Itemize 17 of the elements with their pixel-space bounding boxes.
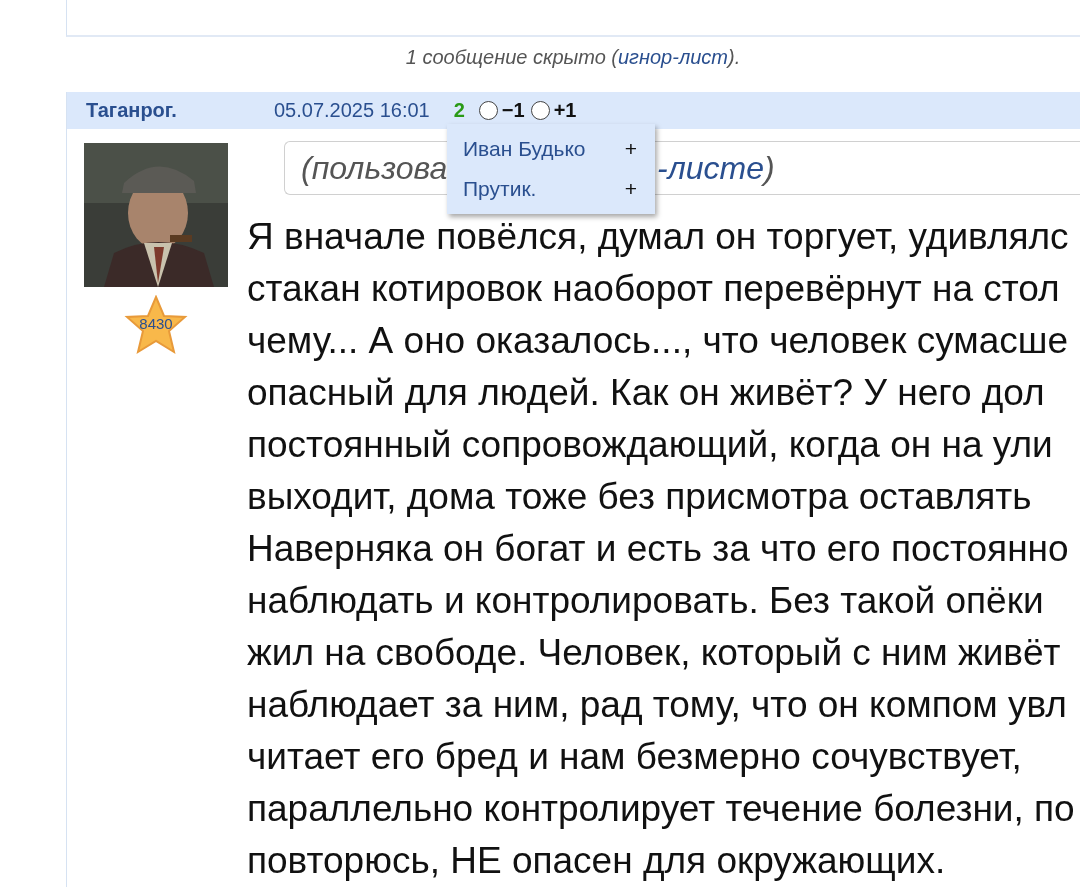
radio-button[interactable] [478, 101, 498, 120]
ignore-list-link[interactable]: игнор-лист [618, 46, 728, 68]
hidden-messages-notice: 1 сообщение скрыто (игнор-лист). [405, 46, 741, 68]
voter-name[interactable]: Иван Будько [463, 137, 586, 161]
rating-value: 8430 [138, 315, 174, 332]
post-text: Я вначале повёлся, думал он торгует, удивлялс стакан котировок наоборот перевёрнут на стол чему... А оно оказалось..., что человек сумасше опасный для людей. Как он живёт? У него дол постоянный сопровождающий, когда он на ули выходит, дома тоже без присмотра оставлять Наверняка он богат и есть за что его постоянно наблюдать и контролировать. Без такой опёки жил на свободе. Человек, который с ним живёт наблюдает за ним, рад тому, что он компом увл читает его бред и нам безмерно сочувствует, параллельно контролирует течение болезни, по повторюсь, НЕ опасен для окружающих. [247, 215, 1076, 883]
vote-option[interactable]: −1 [478, 99, 525, 122]
author-name[interactable]: Таганрог. [86, 99, 274, 122]
plus-vote-button[interactable]: + [624, 177, 637, 201]
radio-button[interactable] [530, 101, 550, 120]
vote-score: 2 [453, 99, 465, 122]
vote-option[interactable]: +1 [530, 99, 577, 122]
post-date: 05.07.2025 16:01 [274, 99, 430, 122]
quote-text: -листе) [657, 149, 775, 187]
voter-name[interactable]: Прутик. [463, 177, 537, 201]
plus-vote-button[interactable]: + [624, 137, 637, 161]
quote-text: (пользова [301, 149, 449, 187]
